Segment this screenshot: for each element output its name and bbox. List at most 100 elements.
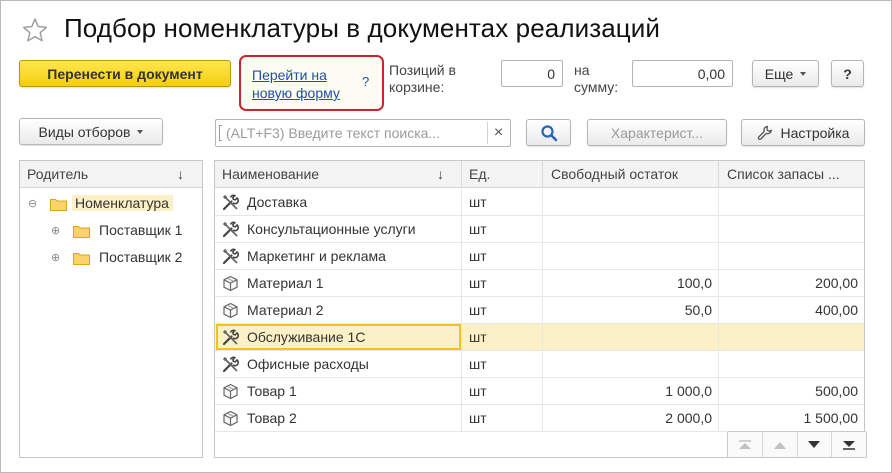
first-page-button[interactable]	[728, 432, 763, 457]
goods-box-icon	[223, 410, 238, 427]
row-name: Офисные расходы	[247, 356, 369, 372]
cell-unit: шт	[462, 405, 543, 431]
up-arrow-icon	[773, 441, 786, 449]
hint-question-icon[interactable]: ?	[362, 74, 369, 89]
parent-tree-panel: Родитель ↓ ⊖ Номенклатура ⊕ Поставщик 1 …	[19, 160, 203, 458]
cell-free-stock	[543, 216, 719, 242]
wrench-icon	[757, 125, 772, 140]
cell-stock-list	[719, 243, 864, 269]
first-page-icon	[738, 439, 751, 449]
tree-header-label: Родитель	[27, 166, 89, 182]
tree-item-supplier-2[interactable]: ⊕ Поставщик 2	[20, 245, 202, 272]
cell-name: Товар 1	[215, 378, 462, 404]
row-name: Материал 1	[247, 275, 324, 291]
cell-name: Маркетинг и реклама	[215, 243, 462, 269]
table-row[interactable]: Обслуживание 1С шт	[215, 324, 864, 351]
tree-header[interactable]: Родитель ↓	[20, 161, 202, 188]
next-page-button[interactable]	[798, 432, 833, 457]
nomenclature-grid: Наименование ↓ Ед. Свободный остаток Спи…	[214, 160, 865, 458]
cell-free-stock	[543, 243, 719, 269]
table-row[interactable]: Материал 1 шт 100,0 200,00	[215, 270, 864, 297]
settings-button[interactable]: Настройка	[741, 119, 865, 146]
table-row[interactable]: Доставка шт	[215, 189, 864, 216]
service-icon	[222, 248, 239, 265]
more-label: Еще	[764, 65, 794, 82]
cell-name: Консультационные услуги	[215, 216, 462, 242]
search-input[interactable]	[226, 120, 482, 146]
row-name: Товар 1	[247, 383, 297, 399]
search-bracket-icon	[219, 125, 222, 141]
grid-navigation	[727, 431, 867, 458]
clear-search-icon[interactable]: ×	[487, 122, 509, 144]
row-name: Консультационные услуги	[247, 221, 416, 237]
expand-icon[interactable]: ⊕	[51, 224, 60, 237]
cell-stock-list	[719, 324, 864, 350]
chevron-down-icon	[800, 71, 807, 76]
row-name: Материал 2	[247, 302, 324, 318]
cell-unit: шт	[462, 216, 543, 242]
service-icon	[222, 194, 239, 211]
folder-icon	[50, 199, 67, 211]
filter-views-label: Виды отборов	[38, 123, 131, 140]
table-row[interactable]: Товар 2 шт 2 000,0 1 500,00	[215, 405, 864, 432]
cell-free-stock: 1 000,0	[543, 378, 719, 404]
cell-free-stock	[543, 324, 719, 350]
tree-item-nomenclature[interactable]: ⊖ Номенклатура	[20, 191, 202, 218]
search-button[interactable]	[526, 119, 571, 146]
cell-stock-list	[719, 351, 864, 377]
cell-unit: шт	[462, 378, 543, 404]
favorite-star-icon[interactable]	[22, 17, 48, 43]
chevron-down-icon	[137, 129, 144, 134]
transfer-to-document-button[interactable]: Перенести в документ	[19, 60, 231, 87]
cell-name: Товар 2	[215, 405, 462, 431]
page-title: Подбор номенклатуры в документах реализа…	[64, 13, 661, 43]
new-form-hint: Перейти на новую форму ?	[239, 55, 384, 111]
cell-free-stock: 2 000,0	[543, 405, 719, 431]
column-header-free-stock[interactable]: Свободный остаток	[543, 161, 719, 188]
go-to-new-form-link[interactable]: Перейти на новую форму	[252, 66, 362, 102]
cell-unit: шт	[462, 297, 543, 323]
down-arrow-icon	[808, 440, 821, 448]
cell-stock-list	[719, 189, 864, 215]
tree-item-supplier-1[interactable]: ⊕ Поставщик 1	[20, 218, 202, 245]
column-header-unit[interactable]: Ед.	[462, 161, 543, 188]
table-row[interactable]: Маркетинг и реклама шт	[215, 243, 864, 270]
cell-stock-list: 1 500,00	[803, 410, 859, 426]
table-row[interactable]: Консультационные услуги шт	[215, 216, 864, 243]
more-menu-button[interactable]: Еще	[752, 60, 819, 87]
settings-label: Настройка	[780, 124, 850, 141]
characteristics-button[interactable]: Характерист...	[587, 119, 727, 146]
cell-stock-list: 200,00	[815, 275, 858, 291]
table-row[interactable]: Офисные расходы шт	[215, 351, 864, 378]
cell-name: Материал 2	[215, 297, 462, 323]
cell-name: Материал 1	[215, 270, 462, 296]
search-box: ×	[215, 119, 511, 147]
last-page-icon	[843, 440, 856, 450]
service-icon	[222, 356, 239, 373]
table-row[interactable]: Материал 2 шт 50,0 400,00	[215, 297, 864, 324]
cell-name: Обслуживание 1С	[215, 324, 462, 350]
column-header-name[interactable]: Наименование	[215, 161, 462, 188]
goods-box-icon	[223, 383, 238, 400]
positions-label: Позиций в корзине:	[389, 62, 456, 95]
sort-arrow-icon[interactable]: ↓	[437, 166, 444, 182]
cell-unit: шт	[462, 243, 543, 269]
previous-page-button[interactable]	[763, 432, 798, 457]
collapse-icon[interactable]: ⊖	[28, 197, 37, 210]
filter-views-button[interactable]: Виды отборов	[19, 118, 163, 145]
focused-cell-outline	[216, 324, 461, 350]
expand-icon[interactable]: ⊕	[51, 251, 60, 264]
cell-unit: шт	[462, 270, 543, 296]
sum-label: на сумму:	[574, 62, 619, 95]
help-button[interactable]: ?	[831, 60, 864, 87]
cell-name: Доставка	[215, 189, 462, 215]
sort-arrow-icon[interactable]: ↓	[177, 166, 184, 182]
cell-unit: шт	[462, 189, 543, 215]
cell-stock-list	[719, 216, 864, 242]
column-header-stock-list[interactable]: Список запасы ...	[719, 161, 864, 188]
cell-free-stock	[543, 189, 719, 215]
cell-free-stock: 50,0	[543, 297, 719, 323]
goods-box-icon	[223, 275, 238, 292]
last-page-button[interactable]	[832, 432, 866, 457]
table-row[interactable]: Товар 1 шт 1 000,0 500,00	[215, 378, 864, 405]
